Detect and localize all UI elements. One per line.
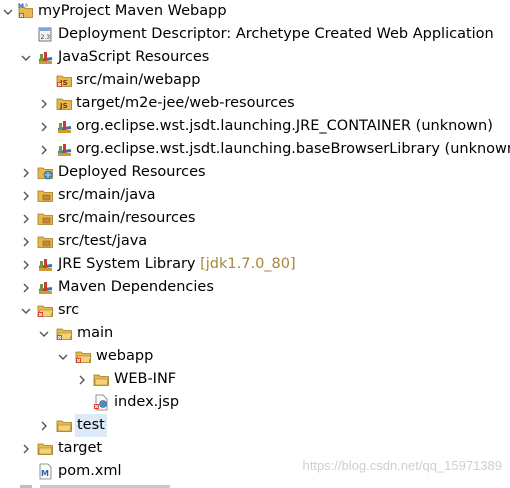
deployment-descriptor-label: Deployment Descriptor: Archetype Created… — [58, 26, 494, 42]
deployed-resources-icon — [37, 164, 54, 181]
test-label: test — [75, 414, 107, 437]
js-jre-container-label: org.eclipse.wst.jsdt.launching.JRE_CONTA… — [76, 118, 493, 134]
chevron-down-icon[interactable] — [56, 345, 70, 368]
chevron-down-icon[interactable] — [1, 0, 15, 23]
tree-row-javascript-resources[interactable]: JavaScript Resources — [0, 46, 510, 69]
tree-row-src-main-java[interactable]: src/main/java — [0, 184, 510, 207]
deployed-resources-label: Deployed Resources — [58, 164, 206, 180]
folder-open-error-icon — [56, 325, 73, 342]
chevron-right-icon[interactable] — [19, 437, 33, 460]
javascript-resources-label: JavaScript Resources — [58, 49, 210, 65]
source-folder-icon — [37, 210, 54, 227]
tree-row-webapp[interactable]: webapp — [0, 345, 510, 368]
folder-icon — [37, 440, 54, 457]
folder-icon — [93, 371, 110, 388]
deployment-descriptor-icon: 2.3 — [37, 26, 54, 43]
jre-system-library-name: JRE System Library — [58, 256, 196, 272]
tree-row-web-inf[interactable]: WEB-INF — [0, 368, 510, 391]
webapp-label: webapp — [96, 348, 154, 364]
source-folder-icon — [37, 187, 54, 204]
chevron-down-icon[interactable] — [37, 322, 51, 345]
library-icon — [37, 49, 54, 66]
tree-row-src[interactable]: src — [0, 299, 510, 322]
main-label: main — [77, 325, 114, 341]
chevron-right-icon[interactable] — [19, 184, 33, 207]
tree-row-test[interactable]: test — [0, 414, 510, 437]
tree-row-index-jsp[interactable]: index.jsp — [0, 391, 510, 414]
src-main-java-label: src/main/java — [58, 187, 156, 203]
library-icon — [37, 256, 54, 273]
folder-icon — [56, 417, 73, 434]
chevron-right-icon[interactable] — [19, 253, 33, 276]
project-label: myProject Maven Webapp — [38, 3, 227, 19]
chevron-right-icon[interactable] — [19, 161, 33, 184]
tree-row-deployed-resources[interactable]: Deployed Resources — [0, 161, 510, 184]
chevron-right-icon[interactable] — [19, 276, 33, 299]
folder-open-error-icon — [37, 302, 54, 319]
chevron-right-icon[interactable] — [19, 230, 33, 253]
watermark: https://blog.csdn.net/qq_15971389 — [302, 458, 503, 473]
jre-version-decoration: [jdk1.7.0_80] — [200, 256, 296, 272]
maven-dependencies-label: Maven Dependencies — [58, 279, 214, 295]
chevron-right-icon[interactable] — [37, 414, 51, 437]
chevron-down-icon[interactable] — [19, 299, 33, 322]
chevron-right-icon[interactable] — [75, 368, 89, 391]
src-main-resources-label: src/main/resources — [58, 210, 196, 226]
web-inf-label: WEB-INF — [114, 371, 177, 387]
tree-row-deployment-descriptor[interactable]: 2.3 Deployment Descriptor: Archetype Cre… — [0, 23, 510, 46]
source-folder-icon — [37, 233, 54, 250]
index-jsp-label: index.jsp — [114, 394, 180, 410]
partially-visible-row — [20, 483, 170, 488]
js-source-folder-icon: JS — [56, 95, 73, 112]
svg-text:M: M — [18, 3, 24, 10]
tree-row-js-base-browser-library[interactable]: org.eclipse.wst.jsdt.launching.baseBrows… — [0, 138, 510, 161]
library-icon — [56, 141, 73, 158]
src-test-java-label: src/test/java — [58, 233, 148, 249]
jre-system-library-label: JRE System Library [jdk1.7.0_80] — [58, 253, 296, 276]
svg-text:M: M — [41, 469, 49, 478]
tree-row-src-test-java[interactable]: src/test/java — [0, 230, 510, 253]
tree-row-js-target-web-resources[interactable]: JS target/m2e-jee/web-resources — [0, 92, 510, 115]
tree-row-maven-dependencies[interactable]: Maven Dependencies — [0, 276, 510, 299]
folder-open-error-icon — [75, 348, 92, 365]
js-src-main-webapp-label: src/main/webapp — [76, 72, 201, 88]
tree-row-src-main-resources[interactable]: src/main/resources — [0, 207, 510, 230]
tree-row-js-src-main-webapp[interactable]: JS src/main/webapp — [0, 69, 510, 92]
chevron-down-icon[interactable] — [19, 46, 33, 69]
tree-row-js-jre-container[interactable]: org.eclipse.wst.jsdt.launching.JRE_CONTA… — [0, 115, 510, 138]
tree-row-jre-system-library[interactable]: JRE System Library [jdk1.7.0_80] — [0, 253, 510, 276]
library-icon — [56, 118, 73, 135]
js-target-web-resources-label: target/m2e-jee/web-resources — [76, 95, 295, 111]
maven-project-icon: M 9 — [17, 2, 34, 19]
pom-xml-label: pom.xml — [58, 463, 122, 479]
js-base-browser-library-label: org.eclipse.wst.jsdt.launching.baseBrows… — [76, 141, 510, 157]
tree-row-target[interactable]: target — [0, 437, 510, 460]
tree-row-project[interactable]: M 9 myProject Maven Webapp — [0, 0, 510, 23]
chevron-right-icon[interactable] — [37, 92, 51, 115]
chevron-right-icon[interactable] — [37, 115, 51, 138]
svg-text:JS: JS — [59, 102, 68, 110]
svg-text:9: 9 — [25, 3, 28, 9]
svg-text:2.3: 2.3 — [41, 34, 51, 41]
chevron-right-icon[interactable] — [19, 207, 33, 230]
jsp-file-error-icon — [93, 394, 110, 411]
js-source-folder-icon: JS — [56, 72, 73, 89]
target-label: target — [58, 440, 103, 456]
src-label: src — [58, 302, 80, 318]
chevron-right-icon[interactable] — [37, 138, 51, 161]
tree-row-main[interactable]: main — [0, 322, 510, 345]
maven-pom-icon: M — [37, 463, 54, 480]
library-icon — [37, 279, 54, 296]
